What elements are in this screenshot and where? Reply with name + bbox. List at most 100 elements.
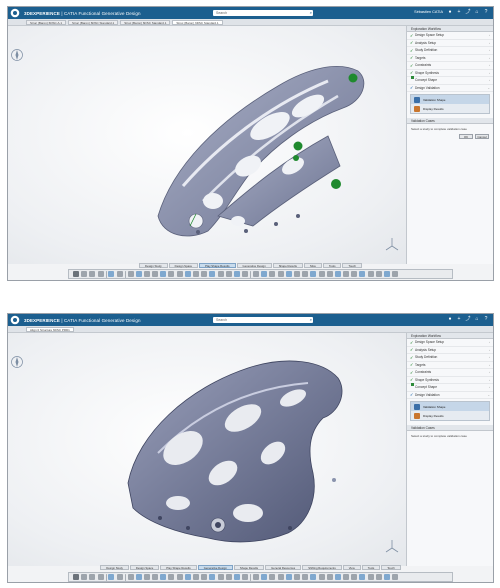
workflow-step[interactable]: ✓ Analysis Setup › — [407, 347, 493, 354]
tool-icon[interactable] — [310, 574, 317, 580]
tool-icon[interactable] — [384, 574, 390, 580]
cut-icon[interactable] — [73, 271, 79, 277]
tool-icon[interactable] — [143, 271, 150, 277]
workflow-step-current[interactable]: ✓ Design Validation ⌄ — [407, 85, 493, 92]
tool-icon[interactable] — [184, 574, 191, 580]
tool-icon[interactable] — [269, 271, 276, 277]
home-icon[interactable]: ⌂ — [474, 316, 480, 323]
generative-part-organic[interactable] — [8, 26, 408, 264]
tool-icon[interactable] — [310, 271, 317, 277]
copy-icon[interactable] — [81, 271, 88, 277]
select-icon[interactable] — [108, 574, 115, 580]
user-icon[interactable]: ● — [447, 9, 453, 16]
bottom-tab[interactable]: Touch — [381, 565, 401, 570]
tool-icon[interactable] — [176, 271, 183, 277]
measure-icon[interactable] — [116, 271, 123, 277]
search-input[interactable]: Search ⌕ — [213, 10, 313, 16]
search-icon[interactable]: ⌕ — [310, 10, 312, 16]
bottom-tab[interactable]: Play Shape Results — [160, 565, 197, 570]
workflow-step[interactable]: ✓ Targets › — [407, 362, 493, 369]
tool-icon[interactable] — [261, 574, 268, 580]
axis-trihedron-icon[interactable] — [384, 538, 400, 554]
bottom-tab[interactable]: Design Space — [129, 565, 160, 570]
tool-icon[interactable] — [375, 271, 382, 277]
tool-icon[interactable] — [225, 271, 232, 277]
tool-icon[interactable] — [293, 574, 300, 580]
tool-icon[interactable] — [351, 574, 358, 580]
tool-icon[interactable] — [326, 271, 333, 277]
tool-icon[interactable] — [302, 271, 309, 277]
bottom-tab[interactable]: Touch — [342, 263, 362, 268]
display-results-button[interactable]: Display Results — [411, 411, 489, 420]
bottom-tab-active[interactable]: Generative Design — [197, 565, 233, 570]
workflow-step[interactable]: ✓ Shape Synthesis › — [407, 70, 493, 77]
tool-icon[interactable] — [193, 271, 199, 277]
tool-icon[interactable] — [367, 574, 374, 580]
workflow-step[interactable]: ✓ Study Definition › — [407, 47, 493, 55]
tool-icon[interactable] — [127, 574, 134, 580]
measure-icon[interactable] — [116, 574, 123, 580]
tool-icon[interactable] — [135, 271, 142, 277]
tool-icon[interactable] — [225, 574, 232, 580]
bottom-tab[interactable]: Generative Design — [236, 263, 272, 268]
bottom-tab[interactable]: Shifting Requirements — [302, 565, 342, 570]
bottom-tab[interactable]: Tools — [322, 263, 342, 268]
tool-icon[interactable] — [135, 574, 142, 580]
doc-tab[interactable]: Struc (Baron) 6DSC Standard.1 — [68, 19, 119, 25]
workflow-step[interactable]: ✓ Constraints › — [407, 369, 493, 377]
tool-icon[interactable] — [217, 271, 224, 277]
bottom-tab[interactable]: Tools — [361, 565, 381, 570]
tool-icon[interactable] — [253, 574, 259, 580]
tool-icon[interactable] — [152, 271, 159, 277]
compass-icon[interactable] — [10, 315, 20, 325]
tool-icon[interactable] — [160, 271, 167, 277]
tool-icon[interactable] — [201, 271, 208, 277]
bottom-tab-active[interactable]: Play Shape Results — [199, 263, 236, 268]
tool-icon[interactable] — [176, 574, 183, 580]
bottom-tab[interactable]: Design Study — [100, 565, 129, 570]
tool-icon[interactable] — [168, 271, 175, 277]
tool-icon[interactable] — [277, 271, 284, 277]
workflow-step[interactable]: ✓ Design Space Setup › — [407, 339, 493, 347]
workflow-step[interactable]: ■Concept Shape› — [407, 382, 493, 392]
tool-icon[interactable] — [293, 271, 300, 277]
select-icon[interactable] — [108, 271, 115, 277]
paste-icon[interactable] — [89, 574, 96, 580]
tool-icon[interactable] — [392, 574, 399, 580]
tool-icon[interactable] — [201, 574, 208, 580]
share-icon[interactable]: ⤴ — [465, 9, 471, 16]
tool-icon[interactable] — [193, 574, 199, 580]
search-input[interactable]: Search ⌕ — [213, 317, 313, 323]
tool-icon[interactable] — [367, 271, 374, 277]
tool-icon[interactable] — [351, 271, 358, 277]
help-icon[interactable]: ? — [483, 316, 489, 323]
cut-icon[interactable] — [73, 574, 79, 580]
tool-icon[interactable] — [392, 271, 399, 277]
bottom-tab[interactable]: General Resources — [265, 565, 302, 570]
tool-icon[interactable] — [384, 271, 390, 277]
tool-icon[interactable] — [318, 574, 325, 580]
doc-tab-active[interactable]: Struc (Baron) 6DSC Standard.1 — [172, 19, 223, 25]
help-icon[interactable]: ? — [483, 9, 489, 16]
tool-icon[interactable] — [233, 574, 240, 580]
workflow-step[interactable]: ✓ Shape Synthesis › — [407, 377, 493, 384]
tool-icon[interactable] — [269, 574, 276, 580]
home-icon[interactable]: ⌂ — [474, 9, 480, 16]
copy-icon[interactable] — [81, 574, 88, 580]
compass-icon[interactable] — [10, 8, 20, 18]
bottom-tab[interactable]: View — [342, 565, 361, 570]
user-icon[interactable]: ● — [447, 316, 453, 323]
tool-icon[interactable] — [143, 574, 150, 580]
tool-icon[interactable] — [343, 271, 350, 277]
3d-viewport[interactable] — [8, 333, 408, 566]
ok-button[interactable]: OK — [459, 134, 473, 139]
tool-icon[interactable] — [334, 271, 341, 277]
tool-icon[interactable] — [359, 271, 366, 277]
3d-viewport[interactable] — [8, 26, 408, 264]
workflow-step[interactable]: ✓ Targets › — [407, 55, 493, 62]
workflow-step-current[interactable]: ✓ Design Validation ⌄ — [407, 392, 493, 399]
validation-shape-button[interactable]: Validation Shape — [411, 95, 489, 104]
workflow-step[interactable]: ■Concept Shape› — [407, 75, 493, 85]
display-results-button[interactable]: Display Results — [411, 104, 489, 113]
doc-tab-active[interactable]: Align 0 Structure 6DSC PRD1 — [26, 326, 74, 332]
